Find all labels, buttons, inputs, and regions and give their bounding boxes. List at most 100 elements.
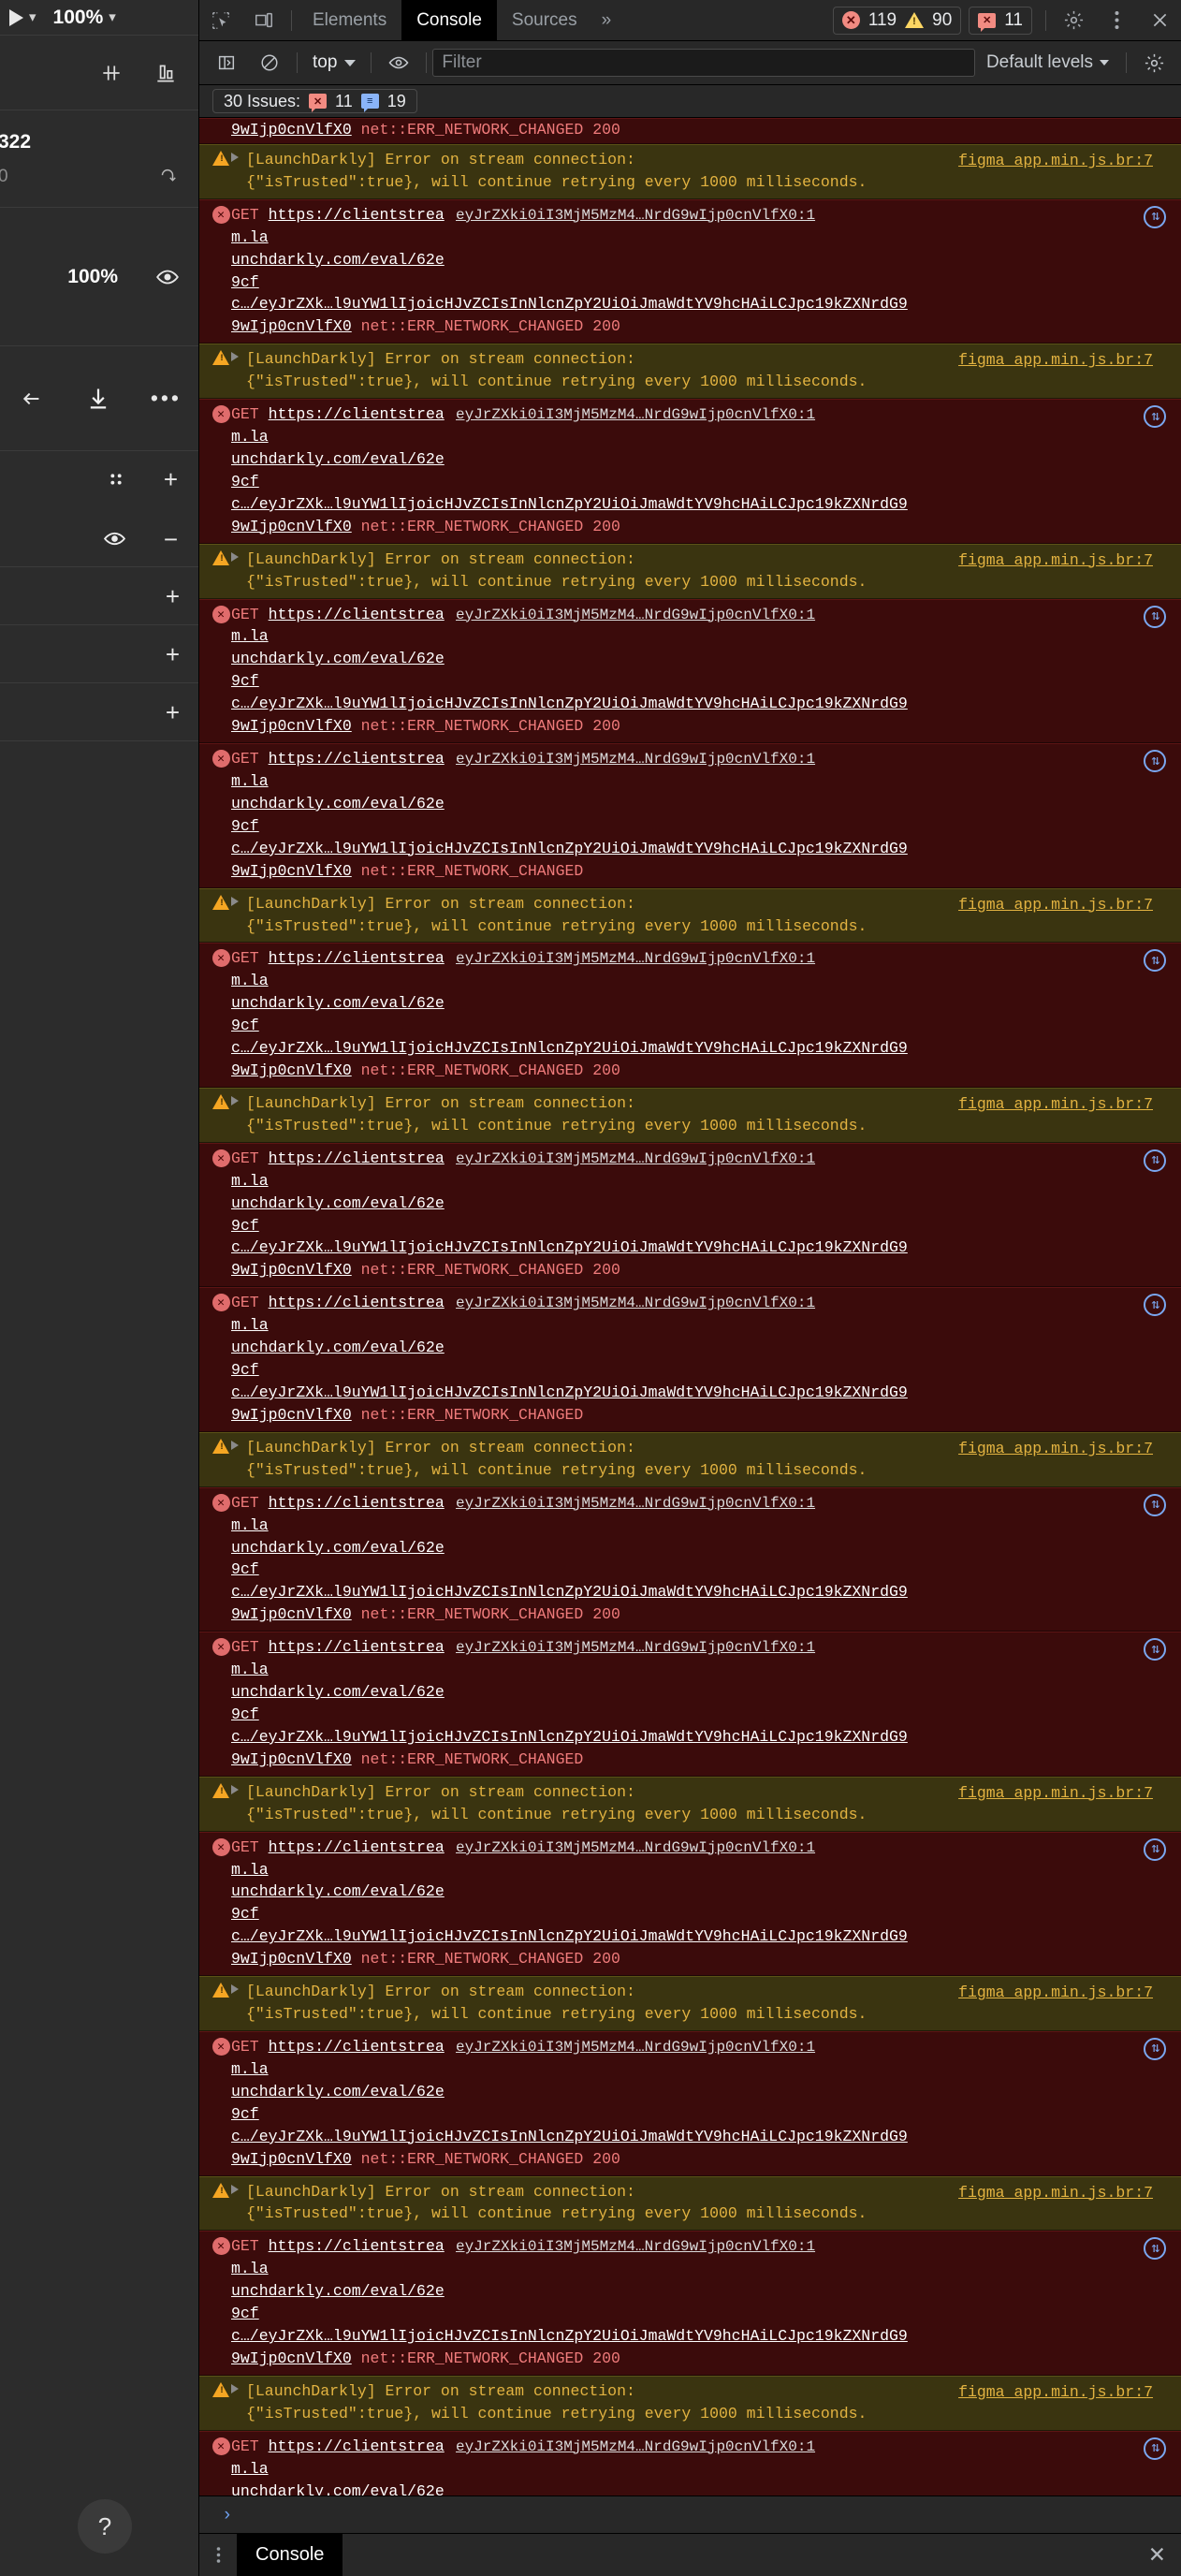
plus-icon[interactable]: + <box>164 467 178 491</box>
source-link[interactable]: figma_app.min.js.br:7 <box>958 349 1153 372</box>
search-input[interactable] <box>432 49 975 77</box>
initiator-link[interactable]: eyJrZXki0iI3MjM5MzM4…NrdG9wIjp0cnVlfX0:1 <box>456 2438 815 2455</box>
expand-arrow-icon[interactable] <box>231 352 246 362</box>
source-link[interactable]: figma_app.min.js.br:7 <box>958 2182 1153 2204</box>
source-link[interactable]: figma_app.min.js.br:7 <box>958 549 1153 572</box>
log-level-selector[interactable]: Default levels <box>975 52 1120 73</box>
console-warning-message[interactable]: [LaunchDarkly] Error on stream connectio… <box>199 344 1181 400</box>
console-error-message[interactable]: ✕GET https://clientstream.launchdarkly.c… <box>199 943 1181 1088</box>
console-error-message[interactable]: ✕GET https://clientstream.launchdarkly.c… <box>199 743 1181 888</box>
initiator-link[interactable]: eyJrZXki0iI3MjM5MzM4…NrdG9wIjp0cnVlfX0:1 <box>456 406 815 423</box>
chevron-down-icon[interactable]: ▾ <box>29 10 36 24</box>
console-error-message[interactable]: ✕GET https://clientstream.launchdarkly.c… <box>199 2030 1181 2176</box>
issues-chip[interactable]: 30 Issues: ✕ 11 ≡ 19 <box>212 89 417 113</box>
help-button[interactable]: ? <box>78 2499 132 2554</box>
plus-icon[interactable]: + <box>166 700 180 724</box>
console-error-message[interactable]: ✕GET https://clientstream.launchdarkly.c… <box>199 1632 1181 1777</box>
console-warning-message[interactable]: [LaunchDarkly] Error on stream connectio… <box>199 1776 1181 1832</box>
console-error-message[interactable]: ✕GET https://clientstream.launchdarkly.c… <box>199 1287 1181 1432</box>
more-tabs-icon[interactable]: » <box>592 10 620 31</box>
expand-arrow-icon[interactable] <box>231 551 246 562</box>
play-icon[interactable] <box>9 8 23 26</box>
close-icon[interactable] <box>1138 0 1181 41</box>
zoom-level-value[interactable]: 100% <box>53 7 104 29</box>
kebab-menu-icon[interactable] <box>199 2534 237 2576</box>
console-message-list[interactable]: ✕GET https://clientstream.launchdarkly.c… <box>199 118 1181 2496</box>
gear-icon[interactable] <box>1052 0 1095 41</box>
console-error-message[interactable]: ✕GET https://clientstream.launchdarkly.c… <box>199 399 1181 544</box>
rotate-icon[interactable] <box>157 167 178 187</box>
expand-arrow-icon[interactable] <box>231 1784 246 1794</box>
inspect-element-icon[interactable] <box>199 0 242 41</box>
issues-banner[interactable]: 30 Issues: ✕ 11 ≡ 19 <box>199 85 1181 118</box>
console-prompt[interactable]: › <box>199 2496 1181 2533</box>
network-request-icon[interactable]: ⇅ <box>1144 750 1166 773</box>
network-request-icon[interactable]: ⇅ <box>1144 405 1166 429</box>
initiator-link[interactable]: eyJrZXki0iI3MjM5MzM4…NrdG9wIjp0cnVlfX0:1 <box>456 2238 815 2255</box>
device-toolbar-icon[interactable] <box>242 0 285 41</box>
tab-elements[interactable]: Elements <box>298 0 401 41</box>
source-link[interactable]: figma_app.min.js.br:7 <box>958 1982 1153 2004</box>
x-position-value[interactable]: 322 <box>0 131 198 154</box>
source-link[interactable]: figma_app.min.js.br:7 <box>958 1093 1153 1116</box>
distribute-horizontal-icon[interactable] <box>99 61 124 85</box>
more-horizontal-icon[interactable]: ••• <box>151 388 182 409</box>
network-request-icon[interactable]: ⇅ <box>1144 1837 1166 1861</box>
console-warning-message[interactable]: [LaunchDarkly] Error on stream connectio… <box>199 1976 1181 2031</box>
source-link[interactable]: figma_app.min.js.br:7 <box>958 894 1153 916</box>
initiator-link[interactable]: eyJrZXki0iI3MjM5MzM4…NrdG9wIjp0cnVlfX0:1 <box>456 1639 815 1656</box>
network-request-icon[interactable]: ⇅ <box>1144 1493 1166 1516</box>
clear-console-icon[interactable] <box>248 42 291 83</box>
align-bottom-icon[interactable] <box>153 61 178 85</box>
drawer-tab-console[interactable]: Console <box>237 2533 343 2576</box>
source-link[interactable]: figma_app.min.js.br:7 <box>958 1438 1153 1460</box>
initiator-link[interactable]: eyJrZXki0iI3MjM5MzM4…NrdG9wIjp0cnVlfX0:1 <box>456 2039 815 2056</box>
download-icon[interactable] <box>85 386 111 412</box>
console-error-message[interactable]: ✕GET https://clientstream.launchdarkly.c… <box>199 2231 1181 2376</box>
close-icon[interactable]: ✕ <box>1148 2542 1166 2568</box>
console-warning-message[interactable]: [LaunchDarkly] Error on stream connectio… <box>199 143 1181 199</box>
console-error-message[interactable]: ✕GET https://clientstream.launchdarkly.c… <box>199 1831 1181 1977</box>
initiator-link[interactable]: eyJrZXki0iI3MjM5MzM4…NrdG9wIjp0cnVlfX0:1 <box>456 1150 815 1167</box>
console-warning-message[interactable]: [LaunchDarkly] Error on stream connectio… <box>199 1431 1181 1487</box>
console-error-message[interactable]: ✕GET https://clientstream.launchdarkly.c… <box>199 1142 1181 1288</box>
initiator-link[interactable]: eyJrZXki0iI3MjM5MzM4…NrdG9wIjp0cnVlfX0:1 <box>456 207 815 224</box>
issues-counter[interactable]: ✕ 11 <box>969 6 1032 35</box>
console-error-message[interactable]: ✕GET https://clientstream.launchdarkly.c… <box>199 2430 1181 2496</box>
expand-arrow-icon[interactable] <box>231 1984 246 1995</box>
source-link[interactable]: figma_app.min.js.br:7 <box>958 1782 1153 1805</box>
console-error-message[interactable]: ✕GET https://clientstream.launchdarkly.c… <box>199 598 1181 744</box>
console-warning-message[interactable]: [LaunchDarkly] Error on stream connectio… <box>199 1087 1181 1143</box>
network-request-icon[interactable]: ⇅ <box>1144 605 1166 628</box>
expand-arrow-icon[interactable] <box>231 1095 246 1105</box>
console-error-message[interactable]: ✕GET https://clientstream.launchdarkly.c… <box>199 118 1181 144</box>
network-request-icon[interactable]: ⇅ <box>1144 205 1166 228</box>
tab-sources[interactable]: Sources <box>497 0 592 41</box>
execution-context-selector[interactable]: top <box>303 52 365 73</box>
align-left-icon[interactable] <box>22 387 46 411</box>
console-warning-message[interactable]: [LaunchDarkly] Error on stream connectio… <box>199 2175 1181 2232</box>
network-request-icon[interactable]: ⇅ <box>1144 2037 1166 2060</box>
minus-icon[interactable]: − <box>164 527 178 551</box>
plus-icon[interactable]: + <box>166 642 180 666</box>
initiator-link[interactable]: eyJrZXki0iI3MjM5MzM4…NrdG9wIjp0cnVlfX0:1 <box>456 1495 815 1512</box>
console-warning-message[interactable]: [LaunchDarkly] Error on stream connectio… <box>199 543 1181 599</box>
initiator-link[interactable]: eyJrZXki0iI3MjM5MzM4…NrdG9wIjp0cnVlfX0:1 <box>456 607 815 623</box>
initiator-link[interactable]: eyJrZXki0iI3MjM5MzM4…NrdG9wIjp0cnVlfX0:1 <box>456 1839 815 1856</box>
tab-console[interactable]: Console <box>401 0 497 41</box>
console-error-message[interactable]: ✕GET https://clientstream.launchdarkly.c… <box>199 1486 1181 1632</box>
console-warning-message[interactable]: [LaunchDarkly] Error on stream connectio… <box>199 2375 1181 2431</box>
initiator-link[interactable]: eyJrZXki0iI3MjM5MzM4…NrdG9wIjp0cnVlfX0:1 <box>456 751 815 768</box>
source-link[interactable]: figma_app.min.js.br:7 <box>958 150 1153 172</box>
expand-arrow-icon[interactable] <box>231 152 246 162</box>
initiator-link[interactable]: eyJrZXki0iI3MjM5MzM4…NrdG9wIjp0cnVlfX0:1 <box>456 950 815 967</box>
expand-arrow-icon[interactable] <box>231 2184 246 2194</box>
network-request-icon[interactable]: ⇅ <box>1144 2437 1166 2460</box>
eye-icon[interactable] <box>377 42 420 83</box>
initiator-link[interactable]: eyJrZXki0iI3MjM5MzM4…NrdG9wIjp0cnVlfX0:1 <box>456 1295 815 1311</box>
gear-icon[interactable] <box>1132 42 1175 83</box>
expand-arrow-icon[interactable] <box>231 2383 246 2393</box>
chevron-down-icon[interactable]: ▾ <box>109 10 116 24</box>
plus-icon[interactable]: + <box>166 584 180 608</box>
grid-dots-icon[interactable] <box>106 469 126 490</box>
